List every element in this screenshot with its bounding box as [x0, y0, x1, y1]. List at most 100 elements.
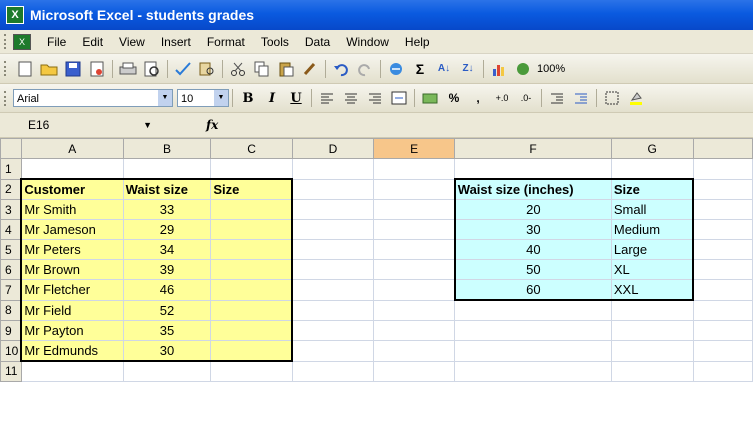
- cell[interactable]: 30: [122, 340, 212, 362]
- fill-color-icon[interactable]: [626, 88, 646, 108]
- row-header[interactable]: 8: [0, 299, 22, 321]
- cell[interactable]: [454, 299, 612, 321]
- cell[interactable]: Large: [610, 239, 695, 260]
- hyperlink-icon[interactable]: [386, 59, 406, 79]
- select-all-corner[interactable]: [0, 138, 22, 159]
- bold-button[interactable]: B: [237, 88, 259, 108]
- cell[interactable]: Mr Smith: [20, 199, 124, 220]
- cell[interactable]: 39: [122, 259, 212, 280]
- cell[interactable]: 33: [122, 199, 212, 220]
- cell[interactable]: [122, 360, 212, 382]
- spelling-icon[interactable]: [173, 59, 193, 79]
- toolbar-grip[interactable]: [4, 61, 9, 76]
- drawing-icon[interactable]: [513, 59, 533, 79]
- cell[interactable]: [291, 259, 375, 280]
- cell[interactable]: [610, 360, 694, 382]
- cell[interactable]: [692, 340, 753, 362]
- row-header[interactable]: 4: [0, 219, 22, 240]
- italic-button[interactable]: I: [261, 88, 283, 108]
- cell[interactable]: [122, 158, 212, 180]
- open-icon[interactable]: [39, 59, 59, 79]
- cell[interactable]: [610, 340, 694, 362]
- cell[interactable]: [373, 279, 456, 301]
- menu-format[interactable]: Format: [199, 35, 253, 49]
- cell[interactable]: [373, 178, 456, 200]
- comma-button[interactable]: ,: [468, 88, 488, 108]
- sort-ascending-icon[interactable]: A↓: [434, 59, 454, 79]
- new-icon[interactable]: [15, 59, 35, 79]
- menu-tools[interactable]: Tools: [253, 35, 297, 49]
- cell[interactable]: [610, 299, 694, 321]
- cell[interactable]: Mr Payton: [20, 320, 124, 341]
- cell[interactable]: [692, 219, 753, 240]
- print-preview-icon[interactable]: [142, 59, 162, 79]
- cell[interactable]: [373, 299, 456, 321]
- cell[interactable]: Customer: [20, 178, 124, 200]
- menu-window[interactable]: Window: [338, 35, 397, 49]
- cell[interactable]: [610, 158, 694, 180]
- column-header[interactable]: F: [454, 138, 612, 159]
- cell[interactable]: [291, 158, 375, 180]
- align-left-icon[interactable]: [317, 88, 337, 108]
- row-header[interactable]: 10: [0, 340, 22, 362]
- menu-file[interactable]: File: [39, 35, 74, 49]
- cell[interactable]: [210, 320, 294, 341]
- cell[interactable]: Waist size: [122, 178, 212, 200]
- cell[interactable]: [454, 158, 612, 180]
- row-header[interactable]: 7: [0, 279, 22, 301]
- paste-icon[interactable]: [276, 59, 296, 79]
- cell[interactable]: Mr Brown: [20, 259, 124, 280]
- row-header[interactable]: 6: [0, 259, 22, 280]
- cell[interactable]: [291, 320, 375, 341]
- cell[interactable]: [373, 360, 456, 382]
- cell[interactable]: [210, 199, 294, 220]
- redo-icon[interactable]: [355, 59, 375, 79]
- cell[interactable]: 20: [453, 199, 612, 220]
- menu-help[interactable]: Help: [397, 35, 438, 49]
- zoom-level[interactable]: 100%: [537, 63, 565, 75]
- toolbar-grip[interactable]: [4, 34, 9, 49]
- cell[interactable]: 60: [453, 279, 612, 301]
- cell[interactable]: Mr Jameson: [20, 219, 124, 240]
- cell[interactable]: 40: [453, 239, 612, 260]
- cell[interactable]: Size: [210, 178, 294, 200]
- column-header[interactable]: A: [20, 138, 124, 159]
- cell[interactable]: [692, 239, 753, 260]
- merge-center-icon[interactable]: [389, 88, 409, 108]
- currency-icon[interactable]: [420, 88, 440, 108]
- cell[interactable]: 34: [122, 239, 212, 260]
- cell[interactable]: [373, 158, 456, 180]
- cell[interactable]: [210, 299, 294, 321]
- chart-wizard-icon[interactable]: [489, 59, 509, 79]
- chevron-down-icon[interactable]: ▼: [143, 116, 152, 134]
- borders-icon[interactable]: [602, 88, 622, 108]
- row-header[interactable]: 11: [0, 360, 22, 382]
- cell[interactable]: 50: [453, 259, 612, 280]
- column-header[interactable]: B: [122, 138, 212, 159]
- cell[interactable]: [291, 199, 375, 220]
- cell[interactable]: [373, 259, 456, 280]
- cell[interactable]: Mr Peters: [20, 239, 124, 260]
- cell[interactable]: Small: [610, 199, 695, 220]
- align-center-icon[interactable]: [341, 88, 361, 108]
- cell[interactable]: [210, 219, 294, 240]
- autosum-icon[interactable]: Σ: [410, 59, 430, 79]
- cell[interactable]: Medium: [610, 219, 695, 240]
- cell[interactable]: [610, 320, 694, 341]
- cell[interactable]: [373, 219, 456, 240]
- cell[interactable]: [210, 360, 293, 382]
- cell[interactable]: [692, 320, 753, 341]
- cell[interactable]: [454, 340, 612, 362]
- insert-function-icon[interactable]: fx: [206, 118, 218, 132]
- cell[interactable]: Mr Edmunds: [20, 340, 124, 362]
- row-header[interactable]: 5: [0, 239, 22, 260]
- cell[interactable]: 35: [122, 320, 212, 341]
- menu-insert[interactable]: Insert: [153, 35, 199, 49]
- name-box[interactable]: E16 ▼: [28, 116, 156, 134]
- cell[interactable]: [20, 360, 124, 382]
- cell[interactable]: [692, 199, 753, 220]
- permission-icon[interactable]: [87, 59, 107, 79]
- cell[interactable]: [692, 279, 753, 301]
- print-icon[interactable]: [118, 59, 138, 79]
- cell[interactable]: [210, 158, 293, 180]
